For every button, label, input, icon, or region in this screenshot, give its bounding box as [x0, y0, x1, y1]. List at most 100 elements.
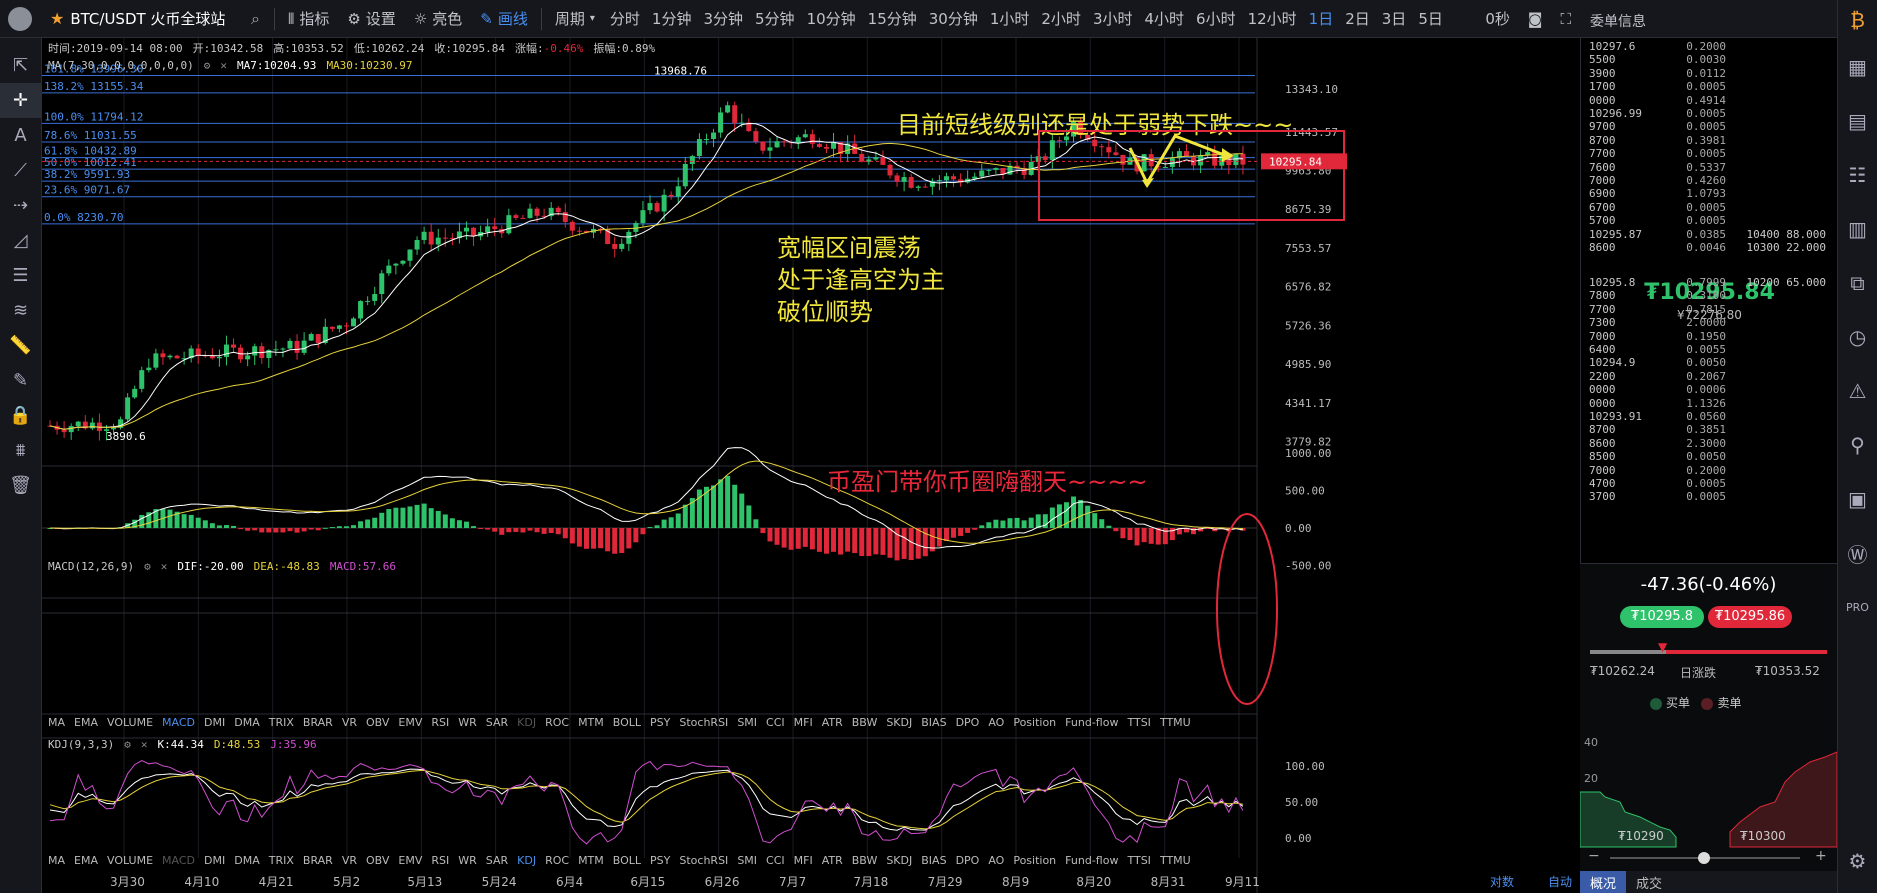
interval-0[interactable]: 分时 — [604, 0, 646, 38]
indicator-tab-mfi[interactable]: MFI — [794, 854, 813, 867]
indicator-tab-obv[interactable]: OBV — [366, 854, 389, 867]
indicator-tab-atr[interactable]: ATR — [822, 854, 843, 867]
order-row[interactable]: 1700 0.0005 — [1589, 80, 1834, 93]
tab-overview[interactable]: 概况 — [1580, 871, 1627, 893]
w-icon[interactable]: Ⓦ — [1838, 526, 1877, 580]
interval-8[interactable]: 2小时 — [1035, 0, 1087, 38]
tab-trades[interactable]: 成交 — [1626, 871, 1672, 893]
lock-icon[interactable]: 🔒 — [0, 398, 41, 433]
satellite-icon[interactable]: ⚲ — [1838, 418, 1877, 472]
order-row[interactable]: 10295.87 0.0385 10400 88.000 — [1589, 228, 1834, 241]
interval-15[interactable]: 3日 — [1376, 0, 1413, 38]
indicator-tab-ema[interactable]: EMA — [74, 854, 98, 867]
indicator-tab-mtm[interactable]: MTM — [578, 854, 604, 867]
order-row[interactable]: 8700 0.3981 — [1589, 134, 1834, 147]
indicator-tab-kdj[interactable]: KDJ — [517, 854, 536, 867]
indicator-tab-dmi[interactable]: DMI — [204, 854, 225, 867]
settings-small-icon[interactable]: ⚙ — [144, 560, 151, 573]
order-row[interactable]: 8600 0.0046 10300 22.000 — [1589, 241, 1834, 254]
cursor-icon[interactable]: ⇱ — [0, 48, 41, 83]
trendline-icon[interactable]: ⟋ — [0, 153, 41, 188]
ray-icon[interactable]: ⇢ — [0, 188, 41, 223]
zoom-slider[interactable] — [1610, 852, 1800, 864]
fullscreen-icon[interactable]: ⛶ — [1551, 0, 1580, 38]
indicator-tab-sar[interactable]: SAR — [486, 716, 508, 729]
indicator-tab-cci[interactable]: CCI — [766, 854, 785, 867]
indicator-tab-macd[interactable]: MACD — [162, 716, 195, 729]
indicator-tab-bbw[interactable]: BBW — [852, 716, 878, 729]
indicator-tab-dpo[interactable]: DPO — [956, 716, 980, 729]
interval-1[interactable]: 1分钟 — [646, 0, 698, 38]
order-row[interactable]: 7600 0.5337 — [1589, 161, 1834, 174]
interval-11[interactable]: 6小时 — [1190, 0, 1242, 38]
interval-2[interactable]: 3分钟 — [697, 0, 749, 38]
indicator-tab-fund-flow[interactable]: Fund-flow — [1065, 854, 1118, 867]
indicator-tab-position[interactable]: Position — [1013, 854, 1056, 867]
copy-icon[interactable]: ⧉ — [1838, 256, 1877, 310]
indicator-tab-position[interactable]: Position — [1013, 716, 1056, 729]
indicator-tab-mtm[interactable]: MTM — [578, 716, 604, 729]
trash-icon[interactable]: 🗑 — [0, 468, 41, 503]
interval-3[interactable]: 5分钟 — [749, 0, 801, 38]
indicator-tab-bbw[interactable]: BBW — [852, 854, 878, 867]
order-row[interactable]: 7700 0.0005 — [1589, 147, 1834, 160]
indicator-tab-trix[interactable]: TRIX — [269, 854, 294, 867]
indicator-tab-dma[interactable]: DMA — [234, 854, 260, 867]
order-row[interactable]: 9700 0.0005 — [1589, 120, 1834, 133]
order-row[interactable]: 0000 0.0006 — [1589, 383, 1834, 396]
order-row[interactable]: 5500 0.0030 — [1589, 53, 1834, 66]
indicator-tab-bias[interactable]: BIAS — [921, 854, 946, 867]
order-row[interactable]: 8500 0.0050 — [1589, 450, 1834, 463]
indicator-button[interactable]: ⫴ 指标 — [279, 0, 338, 38]
app-logo[interactable] — [0, 0, 40, 38]
indicator-tab-dma[interactable]: DMA — [234, 716, 260, 729]
indicator-tab-ttmu[interactable]: TTMU — [1160, 854, 1191, 867]
alert-icon[interactable]: ⚠ — [1838, 364, 1877, 418]
interval-16[interactable]: 5日 — [1412, 0, 1449, 38]
order-row[interactable]: 7000 0.2000 — [1589, 464, 1834, 477]
close-icon[interactable]: ✕ — [141, 738, 148, 751]
indicator-tab-dmi[interactable]: DMI — [204, 716, 225, 729]
order-row[interactable]: 0000 0.4914 — [1589, 94, 1834, 107]
draw-button[interactable]: ✎ 画线 — [471, 0, 537, 38]
indicator-tab-atr[interactable]: ATR — [822, 716, 843, 729]
list-icon[interactable]: ☷ — [1838, 148, 1877, 202]
order-row[interactable]: 10296.99 0.0005 — [1589, 107, 1834, 120]
order-row[interactable]: 7000 0.4260 — [1589, 174, 1834, 187]
indicator-tab-macd[interactable]: MACD — [162, 854, 195, 867]
indicator-tab-boll[interactable]: BOLL — [613, 716, 641, 729]
indicator-tab-vr[interactable]: VR — [342, 716, 357, 729]
interval-4[interactable]: 10分钟 — [801, 0, 862, 38]
indicator-tab-vr[interactable]: VR — [342, 854, 357, 867]
indicator-tab-volume[interactable]: VOLUME — [107, 854, 153, 867]
indicator-tab-roc[interactable]: ROC — [545, 854, 569, 867]
indicator-tab-volume[interactable]: VOLUME — [107, 716, 153, 729]
indicator-tab-ao[interactable]: AO — [988, 716, 1004, 729]
indicator-tab-kdj[interactable]: KDJ — [517, 716, 536, 729]
grid-icon[interactable]: ▦ — [1838, 40, 1877, 94]
order-row[interactable]: 7800 0.3100 — [1589, 289, 1834, 302]
indicator-tab-dpo[interactable]: DPO — [956, 854, 980, 867]
indicator-tab-psy[interactable]: PSY — [650, 854, 670, 867]
order-row[interactable]: 10297.6 0.2000 — [1589, 40, 1834, 53]
indicator-tab-skdj[interactable]: SKDJ — [886, 854, 912, 867]
sell-price-button[interactable]: ₮10295.86 — [1708, 606, 1792, 628]
indicator-tab-bias[interactable]: BIAS — [921, 716, 946, 729]
theme-button[interactable]: ☼ 亮色 — [405, 0, 471, 38]
interval-9[interactable]: 3小时 — [1087, 0, 1139, 38]
indicator-tab-wr[interactable]: WR — [458, 854, 477, 867]
order-row[interactable]: 0000 1.1326 — [1589, 397, 1834, 410]
close-icon[interactable]: ✕ — [220, 59, 227, 72]
indicator-tab-ao[interactable]: AO — [988, 854, 1004, 867]
bitcoin-icon[interactable]: ₿ — [1838, 0, 1877, 40]
settings-small-icon[interactable]: ⚙ — [124, 738, 131, 751]
indicator-tab-mfi[interactable]: MFI — [794, 716, 813, 729]
indicator-tab-ttsi[interactable]: TTSI — [1127, 854, 1150, 867]
indicator-tab-smi[interactable]: SMI — [737, 854, 757, 867]
crosshair-icon[interactable]: ✛ — [0, 83, 41, 118]
search-icon[interactable]: ⌕ — [251, 9, 260, 29]
close-icon[interactable]: ✕ — [161, 560, 168, 573]
settings-small-icon[interactable]: ⚙ — [1838, 834, 1877, 888]
indicator-tab-ema[interactable]: EMA — [74, 716, 98, 729]
zoom-out-button[interactable]: − — [1588, 848, 1600, 864]
